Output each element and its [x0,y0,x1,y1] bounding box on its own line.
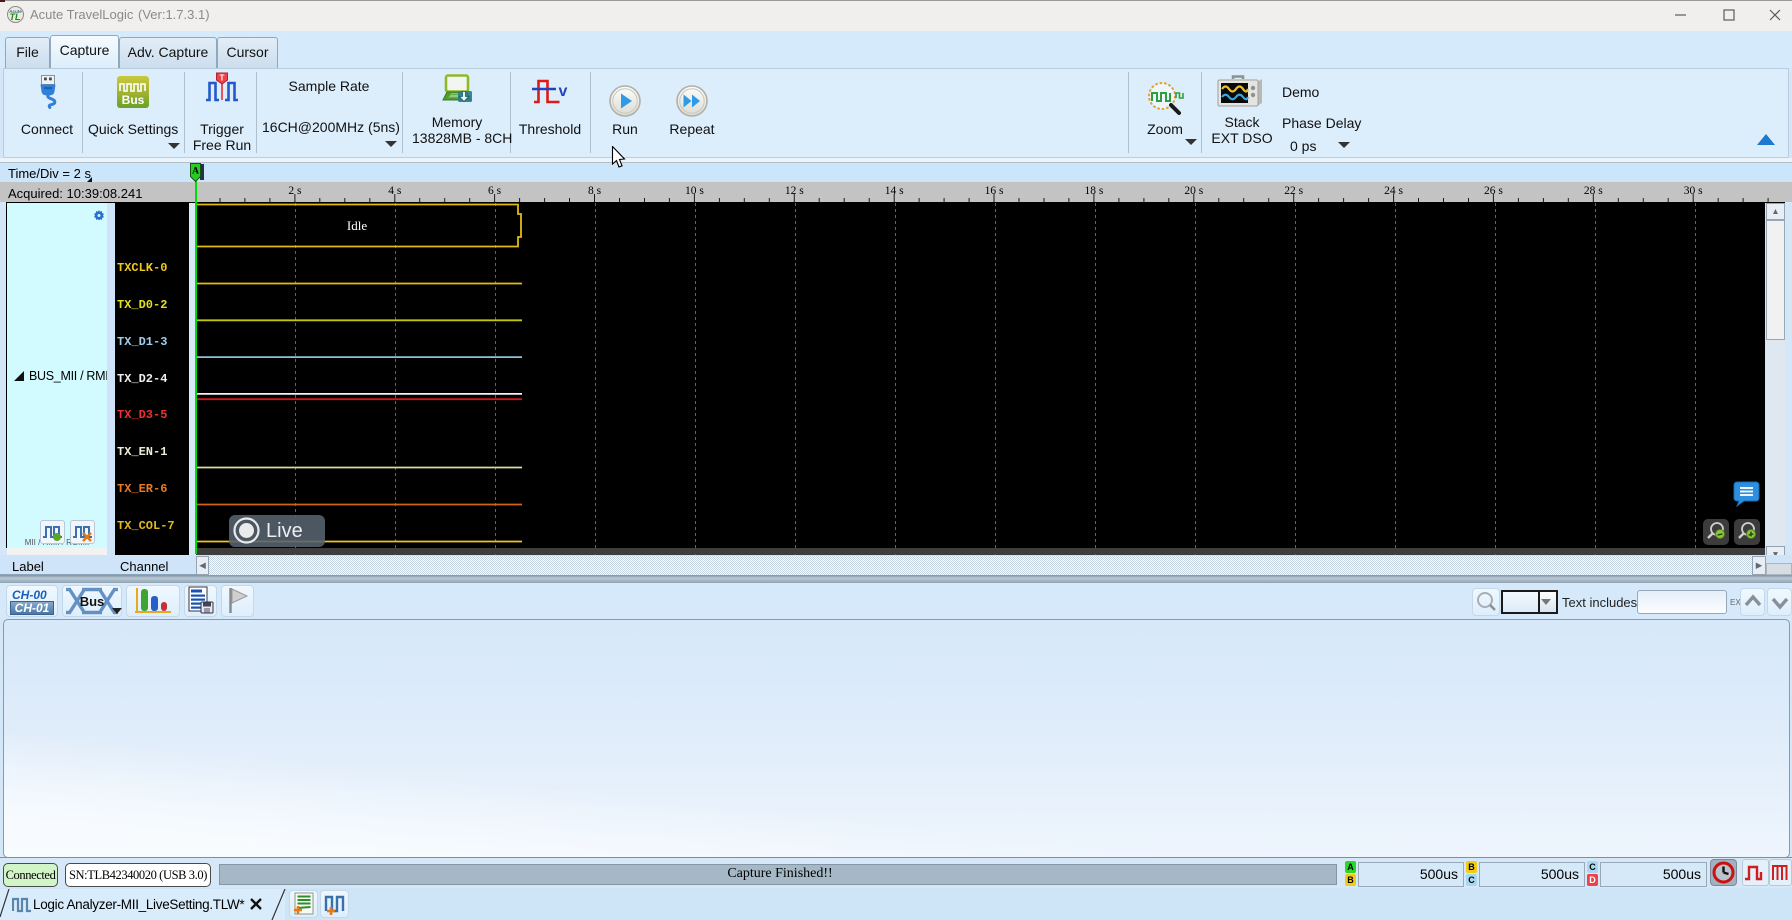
svg-text:10 s: 10 s [685,185,704,197]
svg-text:A: A [192,167,199,177]
svg-text:28 s: 28 s [1584,185,1603,197]
svg-text:14 s: 14 s [885,185,904,197]
svg-text:30 s: 30 s [1684,185,1703,197]
svg-text:2 s: 2 s [288,185,302,197]
svg-text:12 s: 12 s [785,185,804,197]
svg-text:v: v [559,83,568,100]
svg-text:Bus: Bus [80,594,105,609]
svg-text:24 s: 24 s [1384,185,1403,197]
svg-text:22 s: 22 s [1284,185,1303,197]
svg-text:20 s: 20 s [1184,185,1203,197]
svg-text:Bus: Bus [122,93,145,107]
svg-text:TL: TL [10,12,21,22]
svg-text:4 s: 4 s [388,185,402,197]
svg-text:Idle: Idle [347,218,367,233]
svg-text:T: T [220,74,225,83]
svg-text:18 s: 18 s [1084,185,1103,197]
svg-text:26 s: 26 s [1484,185,1503,197]
svg-text:8 s: 8 s [588,185,602,197]
svg-text:6 s: 6 s [488,185,502,197]
svg-text:16 s: 16 s [985,185,1004,197]
